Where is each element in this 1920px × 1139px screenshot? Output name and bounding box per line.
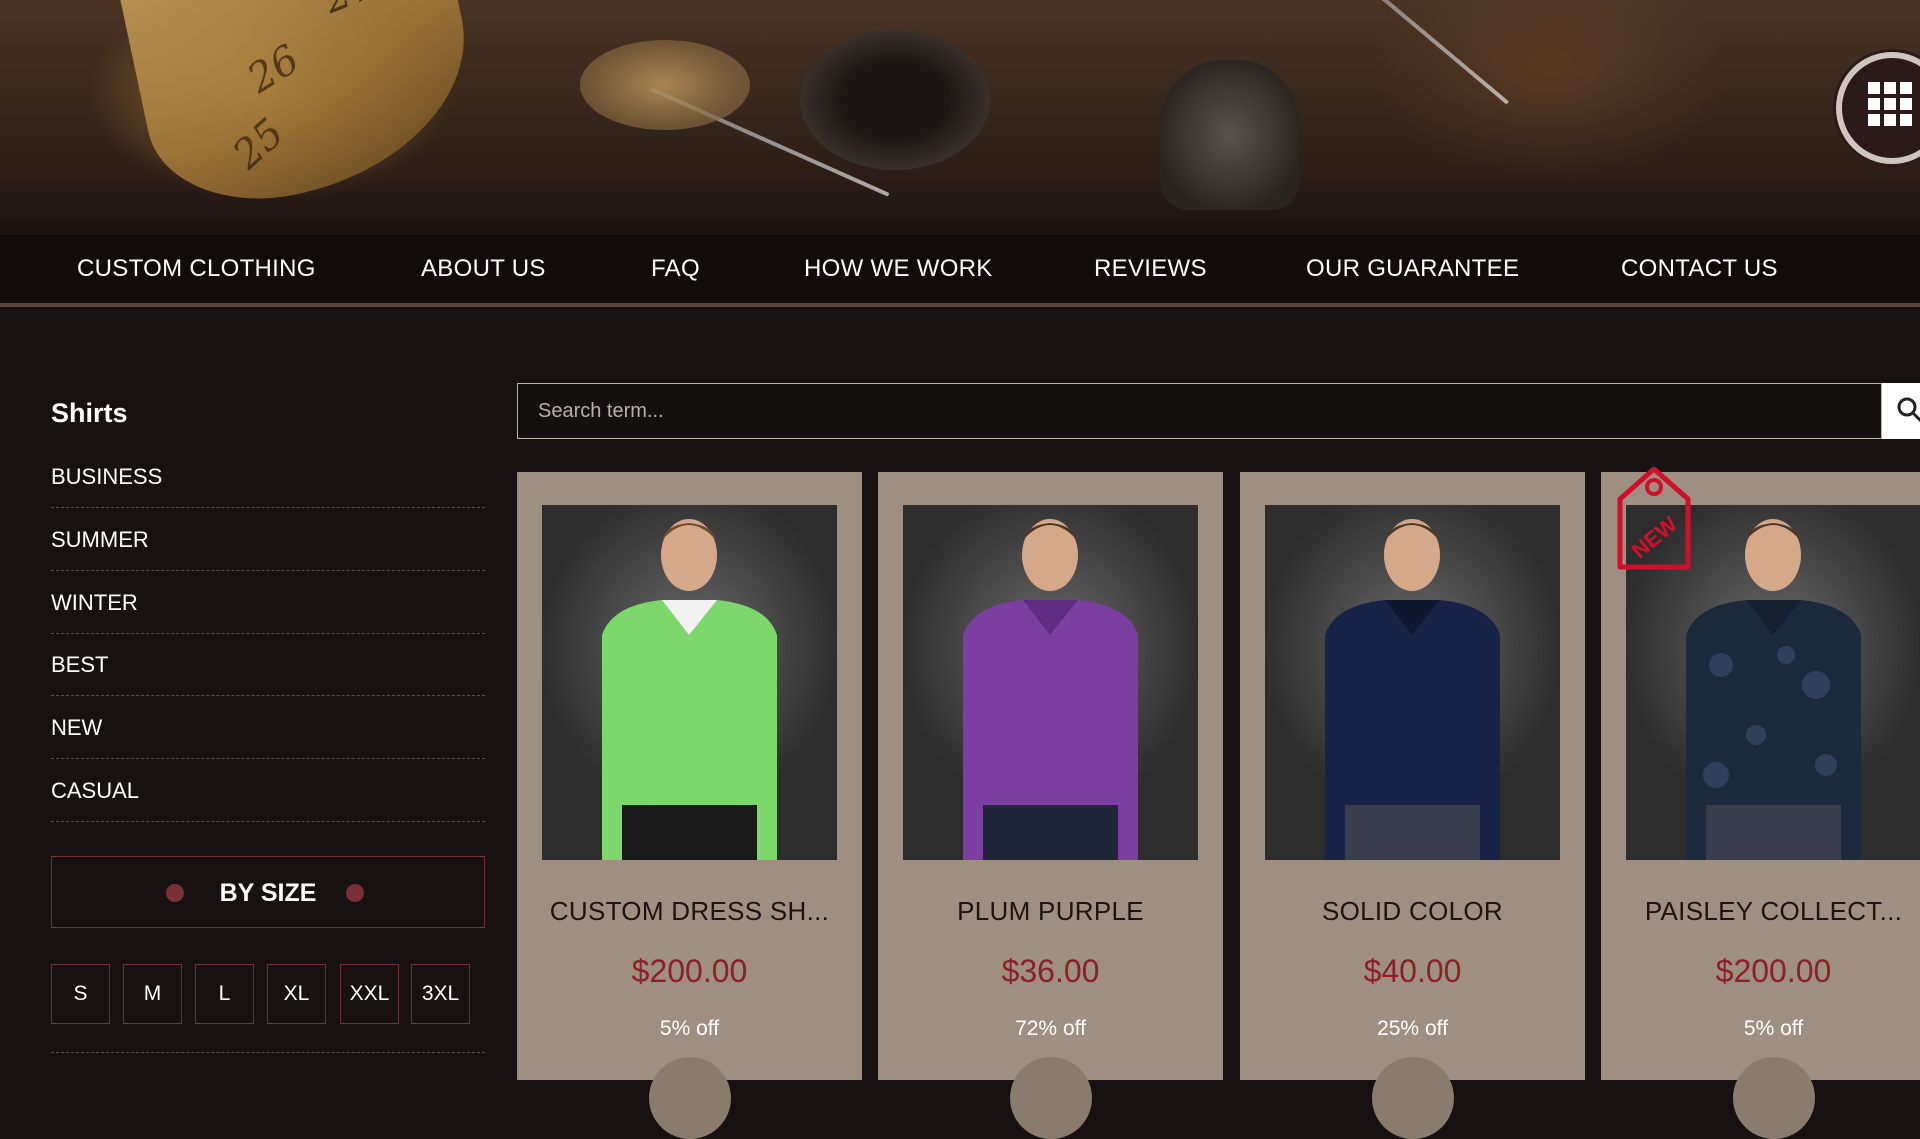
product-image[interactable] <box>1265 505 1560 860</box>
model-pants <box>1706 805 1841 860</box>
product-discount: 5% off <box>1743 1017 1804 1040</box>
category-business[interactable]: BUSINESS <box>51 446 485 508</box>
product-discount: 72% off <box>1015 1017 1086 1040</box>
product-name[interactable]: PAISLEY COLLECT... <box>1601 896 1920 927</box>
tape-number: 26 <box>239 36 308 103</box>
thimble-image <box>1160 60 1300 210</box>
tape-measure-image: 26 25 27 <box>119 0 491 222</box>
product-card[interactable]: PLUM PURPLE $36.00 72% off <box>878 472 1223 1139</box>
sidebar-title: Shirts <box>51 398 128 428</box>
size-s-button[interactable]: S <box>51 964 110 1024</box>
main-nav: CUSTOM CLOTHING ABOUT US FAQ HOW WE WORK… <box>0 235 1920 307</box>
product-card[interactable]: CUSTOM DRESS SH... $200.00 5% off <box>517 472 862 1139</box>
category-new[interactable]: NEW <box>51 697 485 759</box>
nav-how-we-work[interactable]: HOW WE WORK <box>804 235 993 303</box>
product-discount: 25% off <box>1377 1017 1448 1040</box>
tag-hole <box>1645 478 1663 496</box>
category-casual[interactable]: CASUAL <box>51 760 485 822</box>
nav-contact-us[interactable]: CONTACT US <box>1621 235 1778 303</box>
category-best[interactable]: BEST <box>51 634 485 696</box>
product-price: $200.00 <box>631 953 748 989</box>
tape-number: 27 <box>317 0 381 23</box>
product-image[interactable] <box>542 505 837 860</box>
category-summer[interactable]: SUMMER <box>51 509 485 571</box>
shirt-model-image <box>963 519 1138 860</box>
grid-icon <box>1868 82 1912 126</box>
size-xl-button[interactable]: XL <box>267 964 326 1024</box>
search-icon <box>1897 397 1920 423</box>
add-to-cart-button[interactable] <box>1733 1057 1815 1139</box>
product-price: $40.00 <box>1363 953 1462 989</box>
by-size-filter-header[interactable]: BY SIZE <box>51 856 485 928</box>
divider <box>51 1052 485 1053</box>
product-name[interactable]: SOLID COLOR <box>1240 896 1585 927</box>
model-pants <box>983 805 1118 860</box>
nav-reviews[interactable]: REVIEWS <box>1094 235 1207 303</box>
needle-image <box>1360 0 1510 105</box>
product-card[interactable]: SOLID COLOR $40.00 25% off <box>1240 472 1585 1139</box>
tape-number: 25 <box>224 109 294 179</box>
nav-custom-clothing[interactable]: CUSTOM CLOTHING <box>77 235 316 303</box>
product-image[interactable] <box>903 505 1198 860</box>
shirt-model-image <box>602 519 777 860</box>
product-name[interactable]: PLUM PURPLE <box>878 896 1223 927</box>
product-name[interactable]: CUSTOM DRESS SH... <box>517 896 862 927</box>
product-discount: 5% off <box>659 1017 720 1040</box>
size-3xl-button[interactable]: 3XL <box>411 964 470 1024</box>
by-size-label: BY SIZE <box>219 879 317 907</box>
search-input[interactable] <box>518 384 1881 438</box>
button-image <box>580 40 750 130</box>
model-pants <box>1345 805 1480 860</box>
add-to-cart-button[interactable] <box>649 1057 731 1139</box>
nav-our-guarantee[interactable]: OUR GUARANTEE <box>1306 235 1519 303</box>
hero-banner: 26 25 27 <box>0 0 1920 235</box>
new-badge: NEW <box>1617 467 1691 570</box>
search-box <box>517 383 1882 439</box>
product-price: $36.00 <box>1001 953 1100 989</box>
model-pants <box>622 805 757 860</box>
add-to-cart-button[interactable] <box>1010 1057 1092 1139</box>
category-winter[interactable]: WINTER <box>51 572 485 634</box>
nav-about-us[interactable]: ABOUT US <box>421 235 546 303</box>
search-button[interactable] <box>1882 383 1920 439</box>
new-badge-label: NEW <box>1627 511 1683 563</box>
nav-faq[interactable]: FAQ <box>651 235 700 303</box>
menu-grid-button[interactable] <box>1836 52 1920 164</box>
size-m-button[interactable]: M <box>123 964 182 1024</box>
dot-decoration <box>346 884 364 902</box>
add-to-cart-button[interactable] <box>1372 1057 1454 1139</box>
size-l-button[interactable]: L <box>195 964 254 1024</box>
button-image <box>800 30 990 170</box>
size-xxl-button[interactable]: XXL <box>340 964 399 1024</box>
shirt-model-image <box>1325 519 1500 860</box>
product-price: $200.00 <box>1715 953 1832 989</box>
